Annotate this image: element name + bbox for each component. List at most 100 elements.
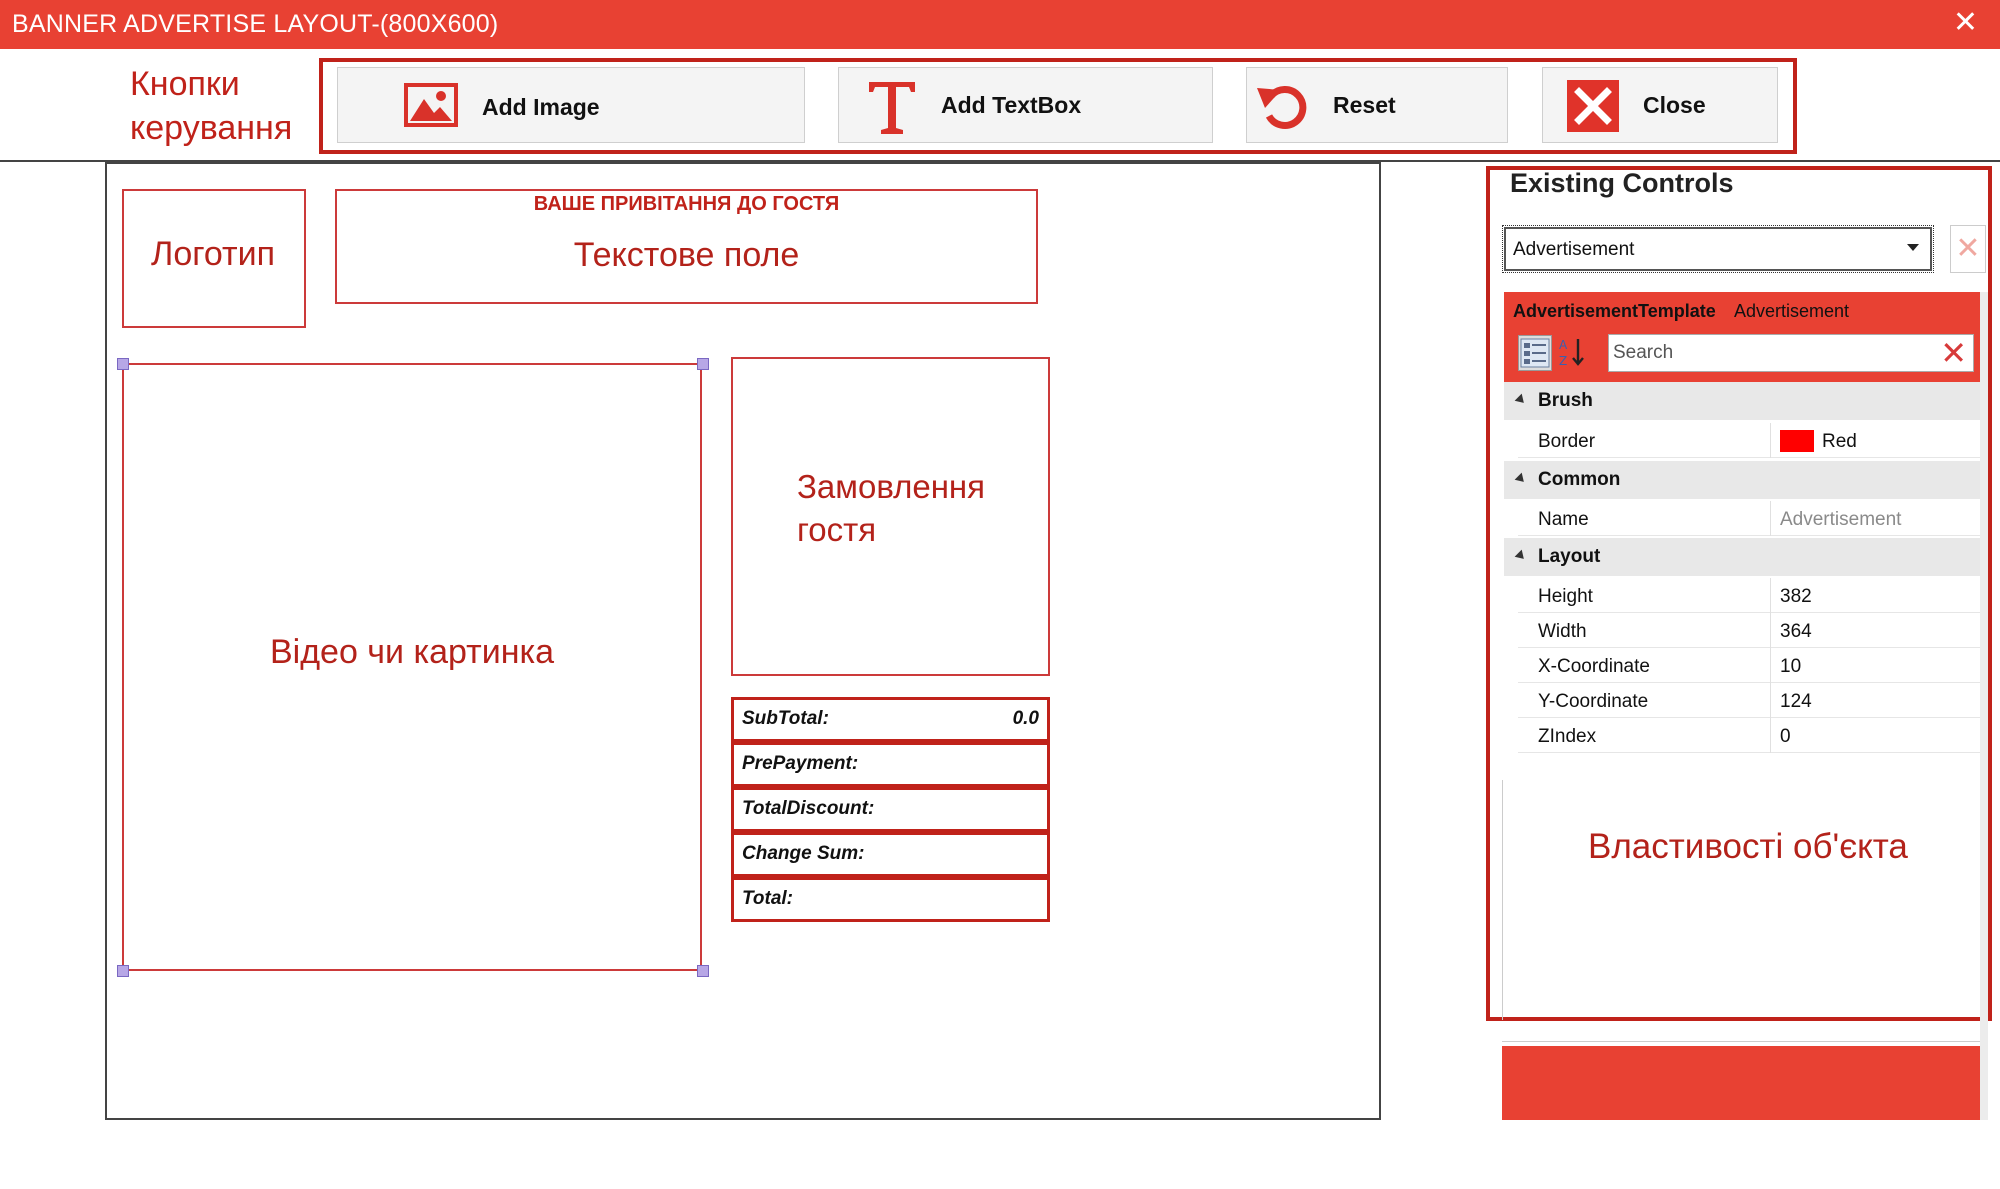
column-divider bbox=[1770, 648, 1771, 683]
properties-annotation: Властивості об'єкта bbox=[1588, 827, 1908, 866]
property-value[interactable]: Advertisement bbox=[1780, 509, 1901, 531]
category-layout-label: Layout bbox=[1538, 546, 1601, 567]
close-label: Close bbox=[1643, 92, 1706, 118]
undo-icon bbox=[1257, 86, 1307, 129]
property-grid-header: AdvertisementTemplate Advertisement A Z … bbox=[1504, 292, 1980, 382]
column-divider bbox=[1770, 423, 1771, 458]
sort-az-icon: A Z bbox=[1559, 338, 1584, 368]
property-value[interactable]: Red bbox=[1822, 431, 1857, 453]
property-row-y-coordinate[interactable]: Y-Coordinate 124 bbox=[1518, 683, 1980, 718]
reset-button[interactable]: Reset bbox=[1246, 67, 1508, 143]
property-search-box[interactable]: ✕ bbox=[1608, 334, 1974, 372]
remove-control-icon[interactable]: ✕ bbox=[1950, 225, 1986, 273]
property-row-border[interactable]: Border Red bbox=[1518, 423, 1980, 458]
property-value[interactable]: 382 bbox=[1780, 586, 1812, 608]
property-row-width[interactable]: Width 364 bbox=[1518, 613, 1980, 648]
category-brush-label: Brush bbox=[1538, 390, 1593, 411]
property-value[interactable]: 124 bbox=[1780, 691, 1812, 713]
collapse-triangle-icon[interactable] bbox=[1514, 549, 1528, 563]
subtotal-label: SubTotal: bbox=[742, 708, 829, 729]
add-image-button[interactable]: Add Image bbox=[337, 67, 805, 143]
categorized-list-icon bbox=[1520, 338, 1550, 368]
categorized-view-button[interactable] bbox=[1518, 335, 1552, 371]
collapse-triangle-icon[interactable] bbox=[1514, 393, 1528, 407]
add-image-label: Add Image bbox=[482, 94, 600, 120]
subtotal-row[interactable]: SubTotal: 0.0 bbox=[731, 697, 1050, 742]
resize-handle-top-left[interactable] bbox=[117, 358, 129, 370]
svg-text:A: A bbox=[1559, 338, 1568, 352]
property-value[interactable]: 0 bbox=[1780, 726, 1791, 748]
greeting-caption: ВАШЕ ПРИВІТАННЯ ДО ГОСТЯ bbox=[533, 193, 840, 215]
toolbar-annotation-line2: керування bbox=[130, 109, 293, 147]
property-value[interactable]: 10 bbox=[1780, 656, 1801, 678]
category-common-label: Common bbox=[1538, 469, 1621, 490]
image-icon bbox=[404, 83, 458, 127]
text-t-icon bbox=[869, 82, 915, 134]
svg-text:Z: Z bbox=[1559, 354, 1567, 368]
column-divider bbox=[1770, 578, 1771, 613]
property-row-x-coordinate[interactable]: X-Coordinate 10 bbox=[1518, 648, 1980, 683]
selected-object-name: Advertisement bbox=[1734, 301, 1850, 321]
property-name: ZIndex bbox=[1538, 726, 1597, 747]
resize-handle-top-right[interactable] bbox=[697, 358, 709, 370]
property-row-zindex[interactable]: ZIndex 0 bbox=[1518, 718, 1980, 753]
property-row-name[interactable]: Name Advertisement bbox=[1518, 501, 1980, 536]
panel-footer-separator bbox=[1502, 1024, 1980, 1042]
column-divider bbox=[1770, 501, 1771, 536]
media-label: Відео чи картинка bbox=[269, 633, 555, 671]
total-label: Total: bbox=[742, 888, 794, 909]
property-name: Height bbox=[1538, 586, 1593, 607]
add-textbox-label: Add TextBox bbox=[941, 92, 1082, 118]
total-discount-label: TotalDiscount: bbox=[742, 798, 875, 819]
dropdown-selected-value: Advertisement bbox=[1513, 239, 1635, 260]
collapse-triangle-icon[interactable] bbox=[1514, 472, 1528, 486]
column-divider bbox=[1770, 718, 1771, 753]
category-common[interactable]: Common bbox=[1504, 461, 1980, 499]
reset-label: Reset bbox=[1333, 92, 1396, 118]
logo-placeholder[interactable]: Логотип bbox=[122, 189, 306, 328]
category-brush[interactable]: Brush bbox=[1504, 382, 1980, 420]
prepayment-label: PrePayment: bbox=[742, 753, 859, 774]
toolbar-annotation-line1: Кнопки bbox=[130, 65, 240, 103]
sort-alphabetical-button[interactable]: A Z bbox=[1556, 335, 1590, 371]
guest-order-label: Замовлення гостя bbox=[797, 465, 985, 551]
clear-search-icon[interactable]: ✕ bbox=[1940, 337, 1967, 369]
toolbar-annotation: Кнопки керування bbox=[130, 62, 292, 150]
property-name: X-Coordinate bbox=[1538, 656, 1650, 677]
logo-label: Логотип bbox=[151, 235, 276, 273]
column-divider bbox=[1770, 683, 1771, 718]
window-close-icon[interactable]: ✕ bbox=[1953, 8, 1978, 38]
title-bar: BANNER ADVERTISE LAYOUT-(800X600) ✕ bbox=[0, 0, 2000, 49]
column-divider bbox=[1770, 613, 1771, 648]
property-name: Width bbox=[1538, 621, 1587, 642]
existing-controls-dropdown[interactable]: Advertisement bbox=[1502, 225, 1934, 273]
property-value[interactable]: 364 bbox=[1780, 621, 1812, 643]
property-search-input[interactable] bbox=[1613, 339, 1933, 367]
add-textbox-button[interactable]: Add TextBox bbox=[838, 67, 1213, 143]
guest-order-line2: гостя bbox=[797, 511, 877, 548]
textbox-label: Текстове поле bbox=[573, 236, 800, 274]
resize-handle-bottom-left[interactable] bbox=[117, 965, 129, 977]
close-button[interactable]: Close bbox=[1542, 67, 1778, 143]
total-row[interactable]: Total: bbox=[731, 877, 1050, 922]
property-row-height[interactable]: Height 382 bbox=[1518, 578, 1980, 613]
chevron-down-icon bbox=[1907, 244, 1919, 251]
resize-handle-bottom-right[interactable] bbox=[697, 965, 709, 977]
panel-footer-bar bbox=[1502, 1046, 1980, 1120]
prepayment-row[interactable]: PrePayment: bbox=[731, 742, 1050, 787]
greeting-textbox[interactable]: ВАШЕ ПРИВІТАННЯ ДО ГОСТЯ Текстове поле bbox=[335, 189, 1038, 304]
window-title: BANNER ADVERTISE LAYOUT-(800X600) bbox=[12, 10, 499, 38]
category-layout[interactable]: Layout bbox=[1504, 538, 1980, 576]
panel-divider bbox=[1502, 780, 1503, 1020]
media-placeholder[interactable]: Відео чи картинка bbox=[122, 363, 702, 971]
guest-order-line1: Замовлення bbox=[797, 468, 986, 505]
panel-scrollbar[interactable] bbox=[1980, 292, 1988, 1120]
property-name: Name bbox=[1538, 509, 1589, 530]
total-discount-row[interactable]: TotalDiscount: bbox=[731, 787, 1050, 832]
existing-controls-title: Existing Controls bbox=[1510, 168, 1734, 198]
property-grid: Brush Border Red Common Name Advertiseme… bbox=[1504, 382, 1980, 782]
close-x-icon bbox=[1567, 80, 1619, 132]
change-sum-row[interactable]: Change Sum: bbox=[731, 832, 1050, 877]
color-swatch[interactable] bbox=[1780, 430, 1814, 452]
guest-order-placeholder[interactable]: Замовлення гостя bbox=[731, 357, 1050, 676]
